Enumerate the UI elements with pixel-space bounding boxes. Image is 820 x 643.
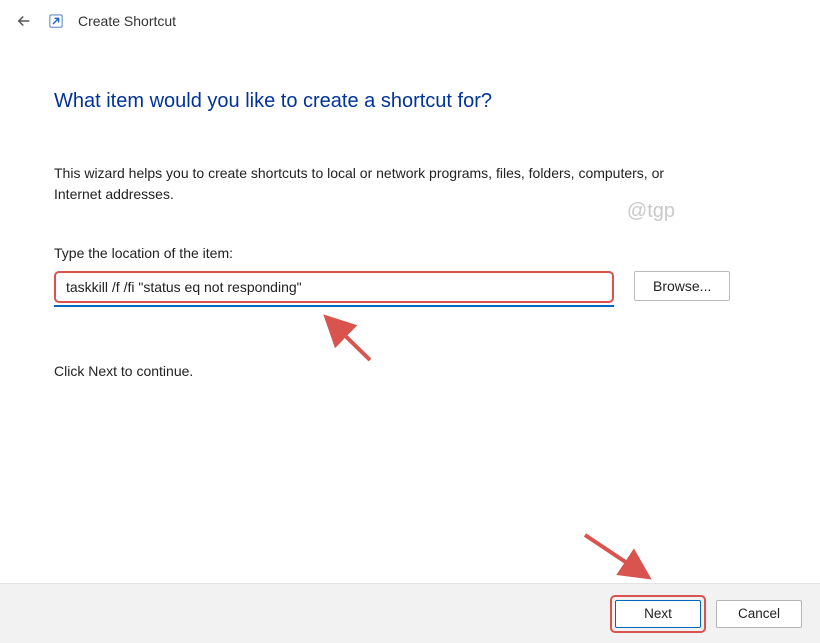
shortcut-icon — [48, 13, 64, 29]
page-heading: What item would you like to create a sho… — [54, 90, 766, 113]
wizard-footer: Next Cancel — [0, 583, 820, 643]
titlebar: Create Shortcut — [0, 0, 820, 38]
location-input-wrap — [54, 271, 614, 303]
wizard-content: What item would you like to create a sho… — [0, 38, 820, 379]
browse-button[interactable]: Browse... — [634, 271, 730, 301]
continue-instruction: Click Next to continue. — [54, 363, 766, 379]
location-row: Browse... — [54, 271, 766, 303]
next-button[interactable]: Next — [615, 600, 701, 628]
location-input[interactable] — [54, 271, 614, 303]
annotation-arrow-next — [575, 527, 665, 587]
wizard-description: This wizard helps you to create shortcut… — [54, 163, 714, 205]
back-arrow-icon[interactable] — [14, 11, 34, 31]
window-title: Create Shortcut — [78, 13, 176, 29]
location-label: Type the location of the item: — [54, 245, 766, 261]
next-button-highlight: Next — [610, 595, 706, 633]
cancel-button[interactable]: Cancel — [716, 600, 802, 628]
input-focus-underline — [54, 305, 614, 307]
